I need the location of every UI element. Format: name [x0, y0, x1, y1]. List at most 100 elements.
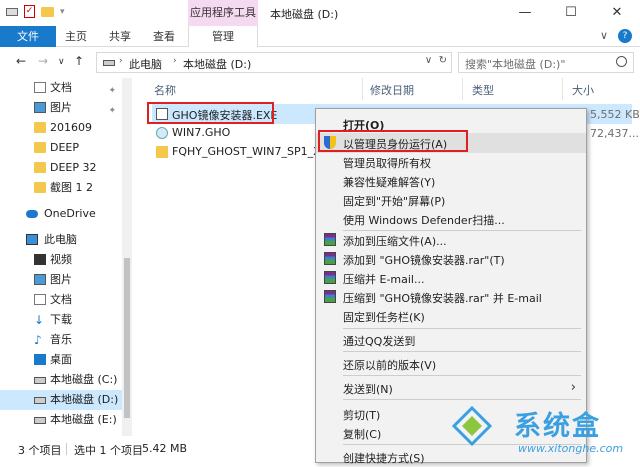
- sidebar-item-desktop[interactable]: 桌面: [0, 350, 122, 370]
- breadcrumb-separator-icon[interactable]: ›: [119, 56, 123, 66]
- sidebar-scrollbar[interactable]: [122, 78, 132, 436]
- sidebar-item-videos[interactable]: 视频: [0, 250, 122, 270]
- folder-icon: [34, 142, 46, 153]
- maximize-button[interactable]: ☐: [548, 0, 594, 26]
- sidebar-item-music[interactable]: ♪ 音乐: [0, 330, 122, 350]
- download-icon: ↓: [34, 313, 45, 327]
- document-icon: [34, 294, 46, 305]
- status-selected: 选中 1 个项目: [74, 444, 143, 457]
- video-icon: [34, 254, 46, 265]
- sidebar-item-downloads[interactable]: ↓ 下载: [0, 310, 122, 330]
- menu-separator: [343, 375, 581, 376]
- winrar-icon: [324, 252, 336, 265]
- expand-ribbon-icon[interactable]: ∨: [600, 29, 608, 43]
- gho-icon: [156, 127, 168, 139]
- status-divider: [66, 443, 67, 455]
- breadcrumb-this-pc[interactable]: 此电脑: [129, 56, 162, 72]
- status-size: 5.42 MB: [142, 442, 188, 455]
- status-item-count: 3 个项目: [18, 444, 62, 457]
- column-divider: [362, 78, 363, 100]
- menu-item-restore-versions[interactable]: 还原以前的版本(V): [316, 354, 586, 374]
- customize-toolbar-icon[interactable]: ▾: [60, 7, 65, 17]
- menu-item-send-to[interactable]: 发送到(N) ›: [316, 378, 586, 398]
- column-header-size[interactable]: 大小: [572, 82, 594, 98]
- menu-item-add-to-rar[interactable]: 添加到 "GHO镜像安装器.rar"(T): [316, 249, 586, 269]
- picture-icon: [34, 102, 46, 113]
- search-icon[interactable]: [616, 56, 627, 67]
- menu-item-take-ownership[interactable]: 管理员取得所有权: [316, 152, 586, 172]
- menu-item-send-via-qq[interactable]: 通过QQ发送到: [316, 330, 586, 350]
- menu-separator: [343, 351, 581, 352]
- drive-icon[interactable]: [6, 7, 18, 16]
- sidebar-item-deep32[interactable]: DEEP 32: [0, 158, 122, 178]
- folder-icon: [156, 146, 168, 158]
- menu-item-compatibility[interactable]: 兼容性疑难解答(Y): [316, 171, 586, 191]
- sidebar-item-deep[interactable]: DEEP: [0, 138, 122, 158]
- tab-share[interactable]: 共享: [104, 26, 136, 47]
- up-button[interactable]: ↑: [74, 54, 84, 68]
- menu-item-pin-to-start[interactable]: 固定到"开始"屏幕(P): [316, 190, 586, 210]
- sidebar-item-pictures[interactable]: 图片: [0, 270, 122, 290]
- tab-file[interactable]: 文件: [0, 26, 56, 47]
- sidebar-item-pictures-pinned[interactable]: 图片 ✦: [0, 98, 122, 118]
- desktop-icon: [34, 354, 46, 365]
- navigation-bar: ← → ∨ ↑ › 此电脑 › 本地磁盘 (D:) ∨ ↻ 搜索"本地磁盘 (D…: [0, 48, 640, 76]
- winrar-icon: [324, 290, 336, 303]
- quick-access-toolbar: ✓ ▾: [6, 5, 65, 18]
- sidebar-item-drive-e[interactable]: 本地磁盘 (E:): [0, 410, 122, 430]
- search-placeholder[interactable]: 搜索"本地磁盘 (D:)": [465, 56, 565, 72]
- address-bar[interactable]: › 此电脑 › 本地磁盘 (D:) ∨ ↻: [96, 52, 452, 73]
- column-divider: [462, 78, 463, 100]
- sidebar-item-drive-c[interactable]: 本地磁盘 (C:): [0, 370, 122, 390]
- title-bar: ✓ ▾ 应用程序工具 本地磁盘 (D:) — ☐ ✕: [0, 0, 640, 26]
- column-header-name[interactable]: 名称: [154, 82, 176, 98]
- sidebar-item-drive-d[interactable]: 本地磁盘 (D:): [0, 390, 122, 410]
- sidebar-item-this-pc[interactable]: 此电脑: [0, 230, 122, 250]
- column-header-type[interactable]: 类型: [472, 82, 494, 98]
- sidebar-item-documents[interactable]: 文档: [0, 290, 122, 310]
- menu-item-add-to-archive[interactable]: 添加到压缩文件(A)...: [316, 230, 586, 250]
- search-box[interactable]: 搜索"本地磁盘 (D:)": [458, 52, 634, 73]
- help-icon[interactable]: ?: [618, 29, 632, 43]
- forward-button[interactable]: →: [38, 54, 48, 68]
- highlight-box-file: [147, 102, 274, 124]
- sidebar-item-201609[interactable]: 201609: [0, 118, 122, 138]
- menu-item-compress-rar-email[interactable]: 压缩到 "GHO镜像安装器.rar" 并 E-mail: [316, 287, 586, 307]
- column-header-modified[interactable]: 修改日期: [370, 82, 414, 98]
- file-size-win7-gho: 72,437...: [590, 127, 639, 140]
- column-divider: [562, 78, 563, 100]
- minimize-button[interactable]: —: [502, 0, 548, 26]
- submenu-arrow-icon: ›: [570, 380, 576, 395]
- ribbon-tabs: 文件 主页 共享 查看 管理 ∨ ?: [0, 26, 640, 47]
- drive-icon: [34, 377, 46, 384]
- menu-item-compress-email[interactable]: 压缩并 E-mail...: [316, 268, 586, 288]
- menu-item-defender-scan[interactable]: 使用 Windows Defender扫描...: [316, 209, 586, 229]
- back-button[interactable]: ←: [16, 54, 26, 68]
- context-tab-header: 应用程序工具: [188, 0, 258, 26]
- menu-item-pin-to-taskbar[interactable]: 固定到任务栏(K): [316, 306, 586, 326]
- folder-icon: [34, 122, 46, 133]
- winrar-icon: [324, 271, 336, 284]
- tab-manage[interactable]: 管理: [188, 26, 258, 47]
- document-icon: [34, 82, 46, 93]
- scrollbar-thumb[interactable]: [124, 258, 130, 418]
- tab-home[interactable]: 主页: [60, 26, 92, 47]
- recent-locations-button[interactable]: ∨: [58, 57, 65, 67]
- sidebar-item-documents-pinned[interactable]: 文档 ✦: [0, 78, 122, 98]
- new-folder-icon[interactable]: [41, 6, 54, 17]
- menu-separator: [343, 328, 581, 329]
- watermark-title: 系统盒: [514, 411, 601, 442]
- winrar-icon: [324, 233, 336, 246]
- sidebar-item-onedrive[interactable]: OneDrive: [0, 204, 122, 224]
- breadcrumb-separator-icon[interactable]: ›: [173, 56, 177, 66]
- picture-icon: [34, 274, 46, 285]
- sidebar-item-screenshots[interactable]: 截图 1 2: [0, 178, 122, 198]
- close-button[interactable]: ✕: [594, 0, 640, 26]
- refresh-icon[interactable]: ↻: [439, 55, 447, 66]
- breadcrumb-drive-d[interactable]: 本地磁盘 (D:): [183, 56, 251, 72]
- address-dropdown-icon[interactable]: ∨ ↻: [425, 55, 447, 66]
- properties-icon[interactable]: ✓: [24, 5, 35, 18]
- highlight-box-run-as-admin: [318, 130, 468, 152]
- tab-view[interactable]: 查看: [148, 26, 180, 47]
- window-title: 本地磁盘 (D:): [270, 8, 339, 21]
